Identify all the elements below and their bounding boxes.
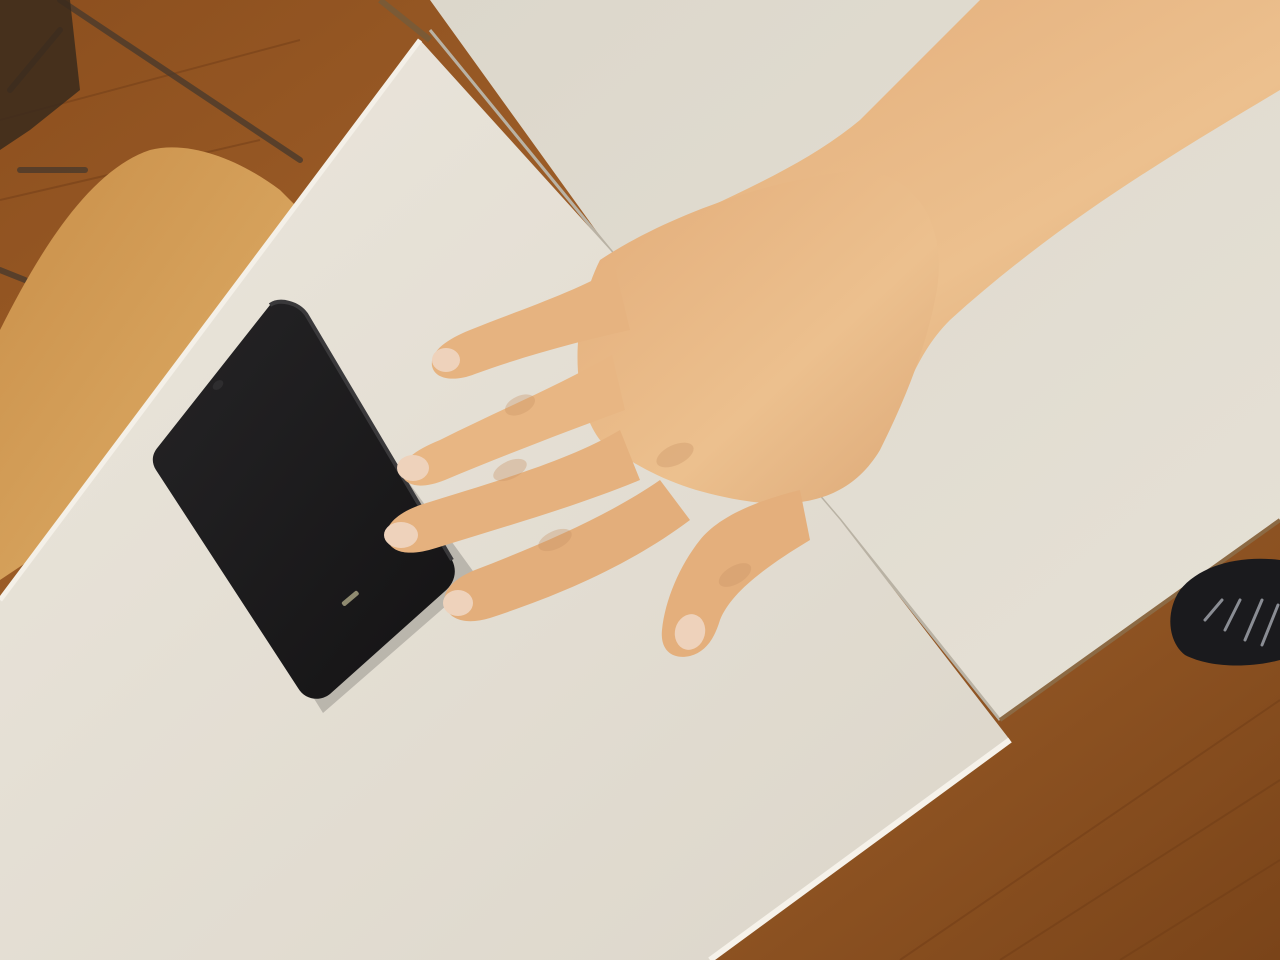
index-nail <box>432 348 460 372</box>
pinky-nail <box>443 590 473 616</box>
ring-nail <box>384 522 418 548</box>
middle-nail <box>397 455 429 481</box>
photo-scene <box>0 0 1280 960</box>
